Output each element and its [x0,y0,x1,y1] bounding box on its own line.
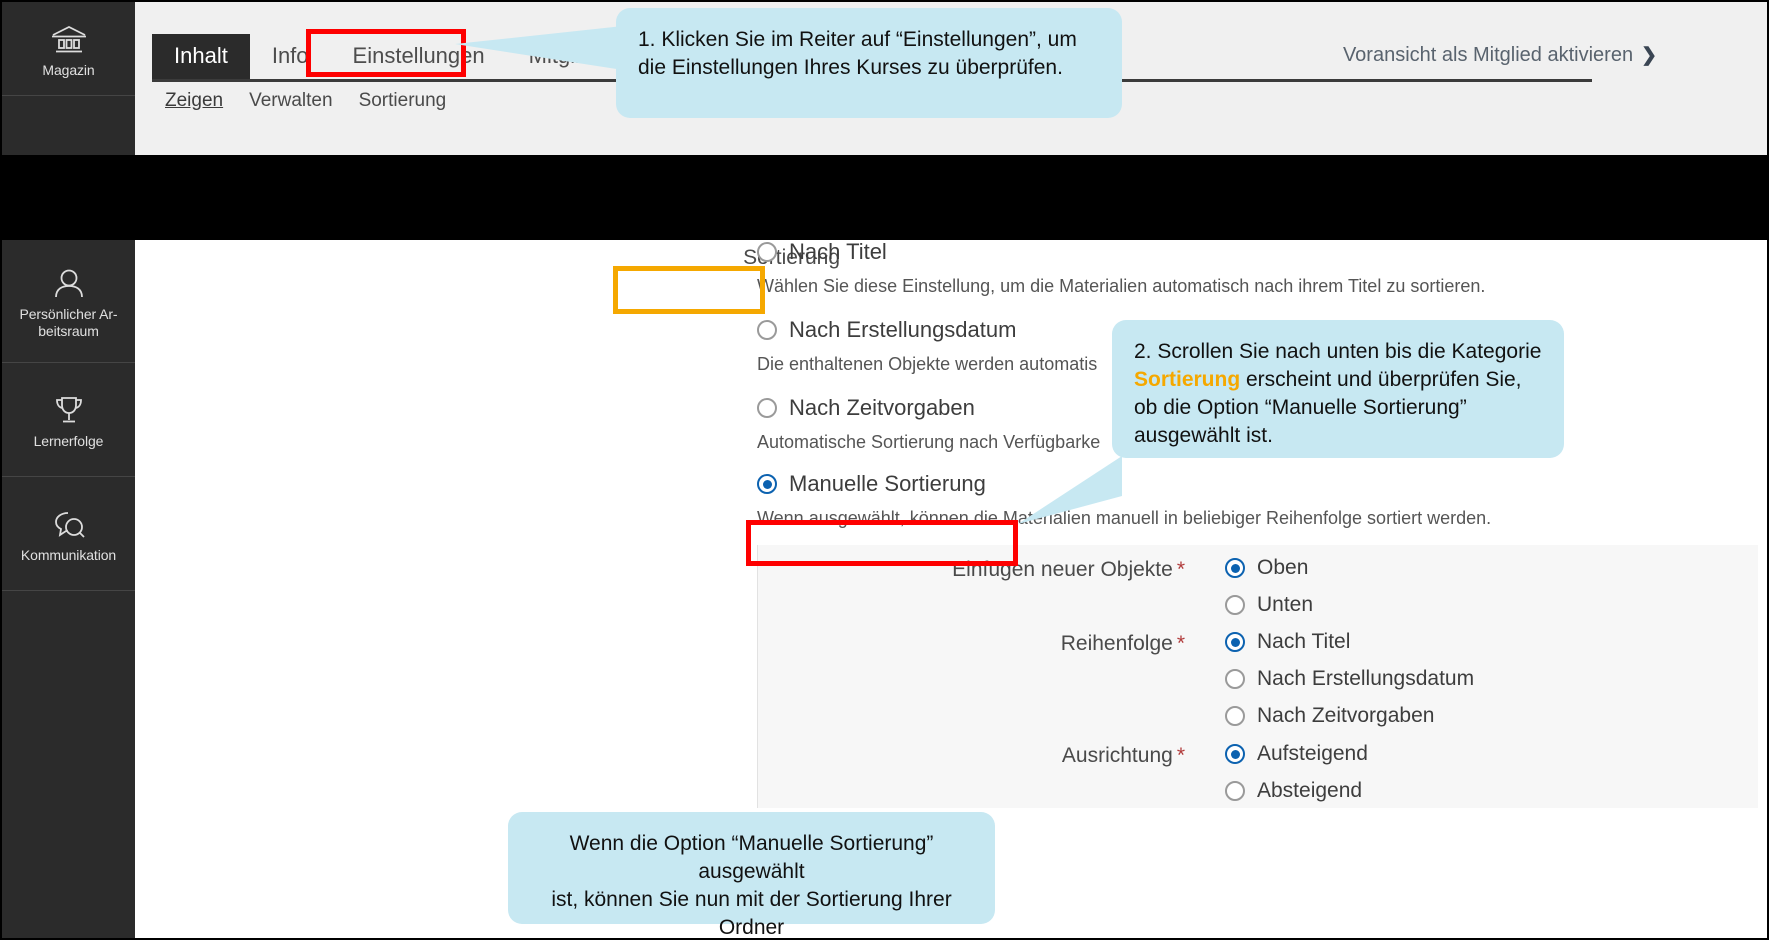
radio-option-absteigend[interactable]: Absteigend [1225,779,1362,803]
field-label-reihenfolge: Reihenfolge * [1060,632,1185,655]
radio-icon[interactable] [1225,632,1245,652]
radio-label: Nach Erstellungsdatum [1257,667,1475,690]
radio-icon[interactable] [1225,595,1245,615]
sidebar-item-lernerfolge[interactable]: Lernerfolge [2,363,135,477]
radio-option-nach-titel[interactable]: Nach Titel [757,240,887,264]
radio-option-nach-zeitvorgaben[interactable]: Nach Zeitvorgaben [757,396,975,420]
sidebar-item-magazin[interactable]: Magazin [2,2,135,96]
callout-line: die Einstellungen Ihres Kurses zu überpr… [638,56,1063,79]
radio-icon[interactable] [757,474,777,494]
callout-line: ausgewählt ist. [1134,424,1273,447]
field-label-ausrichtung: Ausrichtung * [1061,744,1185,767]
callout-line: Wenn die Option “Manuelle Sortierung” au… [569,832,934,883]
radio-label: Nach Zeitvorgaben [1257,704,1435,727]
tab-info[interactable]: Info [250,34,331,79]
sidebar-item-label: Persönlicher Ar-beitsraum [19,306,118,339]
user-icon [10,266,127,300]
tab-bar: Inhalt Info Einstellungen Mitglieder [152,34,646,79]
chevron-right-icon: ❯ [1641,45,1657,66]
required-asterisk: * [1176,744,1185,767]
callout-highlight-word: Sortierung [1134,368,1241,391]
sub-tab-bar: Zeigen Verwalten Sortierung [165,90,446,112]
radio-label: Aufsteigend [1257,742,1368,765]
preview-as-member-label: Voransicht als Mitglied aktivieren [1342,44,1634,66]
sidebar-item-label: Lernerfolge [33,433,104,449]
radio-label: Oben [1257,556,1309,579]
radio-option-nach-erstellungsdatum[interactable]: Nach Erstellungsdatum [757,318,1016,342]
radio-icon[interactable] [757,242,777,262]
radio-label: Nach Zeitvorgaben [789,395,975,420]
radio-option-reihenfolge-nach-erstellungsdatum[interactable]: Nach Erstellungsdatum [1225,667,1474,691]
radio-option-manuelle-sortierung[interactable]: Manuelle Sortierung [757,472,986,496]
callout-line: 1. Klicken Sie im Reiter auf “Einstellun… [638,28,1077,51]
radio-option-oben[interactable]: Oben [1225,556,1308,580]
tab-einstellungen[interactable]: Einstellungen [331,34,507,79]
callout-step-three: Wenn die Option “Manuelle Sortierung” au… [508,812,995,939]
callout-line: ob die Option “Manuelle Sortierung” [1134,396,1467,419]
radio-icon[interactable] [1225,706,1245,726]
radio-label: Nach Titel [1257,630,1351,653]
sidebar-item-label: Magazin [42,62,95,78]
callout-step-one: 1. Klicken Sie im Reiter auf “Einstellun… [616,8,1122,118]
radio-option-reihenfolge-nach-zeitvorgaben[interactable]: Nach Zeitvorgaben [1225,704,1434,728]
subtab-verwalten[interactable]: Verwalten [249,90,332,112]
screenshot-gap-band [0,155,1769,240]
radio-icon[interactable] [1225,744,1245,764]
option-description: Wählen Sie diese Einstellung, um die Mat… [757,276,1486,296]
option-description: Die enthaltenen Objekte werden automatis [757,354,1098,374]
sidebar-item-persoenlicher-arbeitsraum[interactable]: Persönlicher Ar-beitsraum [2,240,135,363]
required-asterisk: * [1176,632,1185,655]
radio-label: Manuelle Sortierung [789,471,986,496]
radio-label: Unten [1257,593,1314,616]
option-description: Automatische Sortierung nach Verfügbarke [757,432,1101,452]
radio-label: Nach Titel [789,240,887,264]
preview-as-member-link[interactable]: Voransicht als Mitglied aktivieren ❯ [1343,44,1657,67]
trophy-icon [10,393,127,427]
chat-icon [10,507,127,541]
callout-line: ist, können Sie nun mit der Sortierung I… [551,888,952,939]
callout-line: 2. Scrollen Sie nach unten bis die Kateg… [1134,340,1542,363]
radio-icon[interactable] [1225,669,1245,689]
radio-icon[interactable] [757,320,777,340]
radio-icon[interactable] [1225,558,1245,578]
radio-option-aufsteigend[interactable]: Aufsteigend [1225,742,1368,766]
radio-icon[interactable] [1225,781,1245,801]
sidebar-top: Magazin [2,2,135,157]
subtab-zeigen[interactable]: Zeigen [165,90,223,112]
radio-option-reihenfolge-nach-titel[interactable]: Nach Titel [1225,630,1350,654]
screenshot-root: Magazin Inhalt Info Einstellungen Mitgli… [0,0,1769,940]
callout-step-two: 2. Scrollen Sie nach unten bis die Kateg… [1112,320,1564,458]
radio-label: Absteigend [1257,779,1363,802]
sidebar-item-kommunikation[interactable]: Kommunikation [2,477,135,591]
sidebar-bottom: Persönlicher Ar-beitsraum Lernerfolge Ko… [2,240,135,938]
tab-inhalt[interactable]: Inhalt [152,34,250,79]
option-description: Wenn ausgewählt, können die Materialien … [757,508,1492,528]
radio-option-unten[interactable]: Unten [1225,593,1313,617]
required-asterisk: * [1176,558,1185,581]
radio-icon[interactable] [757,398,777,418]
subtab-sortierung[interactable]: Sortierung [359,90,447,112]
bank-icon [10,22,127,56]
callout-line: Sortierung erscheint und überprüfen Sie, [1134,368,1522,391]
field-label-einfuegen-neuer-objekte: Einfügen neuer Objekte * [952,558,1185,581]
radio-label: Nach Erstellungsdatum [789,317,1017,342]
sidebar-item-label: Kommunikation [20,547,117,563]
